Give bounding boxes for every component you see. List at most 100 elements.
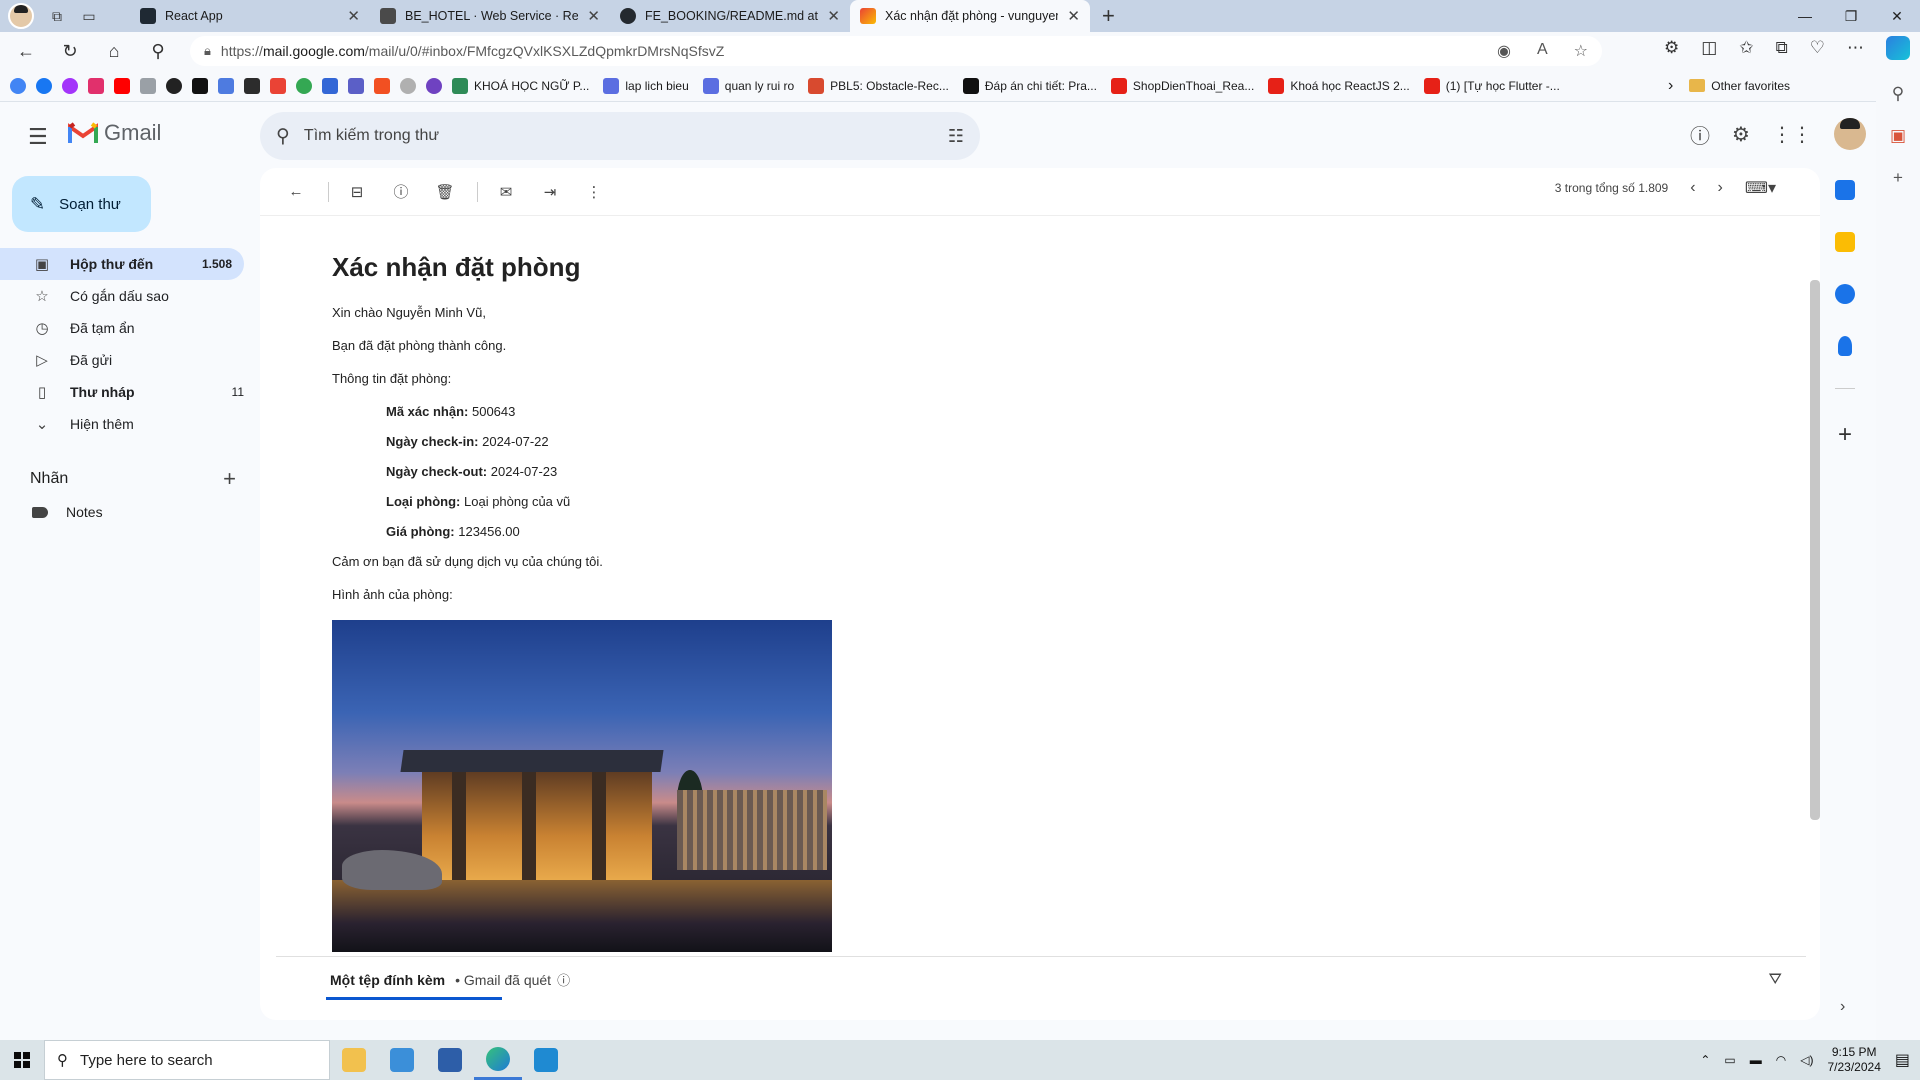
battery-icon[interactable]: ▬ xyxy=(1750,1053,1762,1067)
chatgpt-fav-icon[interactable] xyxy=(166,77,182,94)
calendar-icon[interactable] xyxy=(1835,180,1855,200)
favorite-link[interactable]: ShopDienThoai_Rea... xyxy=(1110,77,1254,94)
sidebar-search-icon[interactable]: ⚲ xyxy=(1892,84,1904,104)
start-button[interactable] xyxy=(0,1040,44,1080)
teams-fav-icon[interactable] xyxy=(348,77,364,94)
help-icon[interactable]: ⓘ xyxy=(1690,120,1710,149)
tracking-icon[interactable]: ◉ xyxy=(1497,41,1511,61)
browser-tab-gmail[interactable]: Xác nhận đặt phòng - vunguyen ✕ xyxy=(850,0,1090,32)
workspaces-icon[interactable]: ⧉ xyxy=(48,7,66,25)
lock-icon[interactable]: 🔒︎ xyxy=(204,43,211,59)
google2-fav-icon[interactable] xyxy=(296,77,312,94)
delete-icon[interactable]: 🗑︎ xyxy=(425,172,465,212)
copilot-icon[interactable] xyxy=(1886,36,1910,60)
close-tab-icon[interactable]: ✕ xyxy=(827,7,840,25)
close-window-icon[interactable]: ✕ xyxy=(1874,0,1920,32)
taskbar-search-input[interactable]: ⚲ Type here to search xyxy=(44,1040,330,1080)
compose-button[interactable]: ✎ Soạn thư xyxy=(12,176,151,232)
volume-icon[interactable]: ◁) xyxy=(1800,1053,1813,1067)
more-options-icon[interactable]: ⋯ xyxy=(1847,38,1864,58)
room-image[interactable] xyxy=(332,620,832,952)
tasks-icon[interactable] xyxy=(1835,284,1855,304)
sidebar-tools-icon[interactable]: ▣ xyxy=(1890,126,1906,146)
favorite-link[interactable]: PBL5: Obstacle-Rec... xyxy=(808,77,949,94)
home-icon[interactable]: ⌂ xyxy=(96,35,132,67)
notion-fav-icon[interactable] xyxy=(244,77,260,94)
favorite-link[interactable]: lap lich bieu xyxy=(603,77,689,94)
calendar-fav-icon[interactable] xyxy=(322,77,338,94)
messenger-fav-icon[interactable] xyxy=(62,77,78,94)
close-tab-icon[interactable]: ✕ xyxy=(347,7,360,25)
close-tab-icon[interactable]: ✕ xyxy=(587,7,600,25)
scrollbar[interactable] xyxy=(1810,280,1820,820)
sidebar-add-icon[interactable]: + xyxy=(1893,168,1903,188)
browser-tab-render[interactable]: BE_HOTEL · Web Service · Render ✕ xyxy=(370,0,610,32)
app-two[interactable] xyxy=(378,1040,426,1080)
favorite-link[interactable]: Đáp án chi tiết: Pra... xyxy=(962,77,1097,94)
close-tab-icon[interactable]: ✕ xyxy=(1067,7,1080,25)
move-to-icon[interactable]: ⇥ xyxy=(530,172,570,212)
add-label-icon[interactable]: + xyxy=(223,466,236,492)
settings-gear-icon[interactable]: ⚙ xyxy=(1732,122,1750,147)
facebook-fav-icon[interactable] xyxy=(36,77,52,94)
browser-tab-github[interactable]: FE_BOOKING/README.md at dev ✕ xyxy=(610,0,850,32)
mark-unread-icon[interactable]: ✉ xyxy=(486,172,526,212)
search-options-icon[interactable]: ☷ xyxy=(948,126,964,147)
notifications-icon[interactable]: ▤ xyxy=(1895,1050,1910,1070)
favorite-link[interactable]: KHOÁ HỌC NGỮ P... xyxy=(452,77,589,94)
docs-fav-icon[interactable] xyxy=(140,77,156,94)
refresh-icon[interactable]: ↻ xyxy=(52,35,88,67)
search-icon[interactable]: ⚲ xyxy=(140,35,176,67)
favorite-link[interactable]: (1) [Tự học Flutter -... xyxy=(1423,77,1560,94)
split-screen-icon[interactable]: ◫ xyxy=(1701,38,1717,58)
favorites-icon[interactable]: ✩ xyxy=(1739,38,1753,58)
get-addons-icon[interactable]: + xyxy=(1838,421,1852,449)
google-apps-icon[interactable]: ⋮⋮ xyxy=(1772,122,1812,147)
other-favorites-folder[interactable]: Other favorites xyxy=(1689,79,1790,93)
favorite-link[interactable]: Khoá học ReactJS 2... xyxy=(1268,77,1410,94)
nav-sent[interactable]: ▷ Đã gửi xyxy=(0,344,256,376)
app-three[interactable] xyxy=(426,1040,474,1080)
windows-fav-icon[interactable] xyxy=(374,77,390,94)
nav-drafts[interactable]: ▯ Thư nháp 11 xyxy=(0,376,256,408)
contacts-icon[interactable] xyxy=(1838,336,1852,356)
input-tools-icon[interactable]: ⌨▾ xyxy=(1745,178,1776,198)
more-actions-icon[interactable]: ⋮ xyxy=(574,172,614,212)
youtube-fav-icon[interactable] xyxy=(114,77,130,94)
wifi-icon[interactable]: ◠ xyxy=(1776,1053,1786,1067)
read-aloud-icon[interactable]: A xyxy=(1537,41,1548,61)
vscode-app[interactable] xyxy=(522,1040,570,1080)
label-notes[interactable]: Notes xyxy=(32,504,103,520)
nav-snoozed[interactable]: ◷ Đã tạm ẩn xyxy=(0,312,256,344)
restore-icon[interactable]: ❐ xyxy=(1828,0,1874,32)
chevron-right-icon[interactable]: › xyxy=(1668,77,1673,95)
gemini-fav-icon[interactable] xyxy=(218,77,234,94)
show-side-panel-icon[interactable]: › xyxy=(1840,998,1845,1016)
main-menu-icon[interactable]: ☰ xyxy=(28,124,48,150)
new-tab-button[interactable]: + xyxy=(1090,3,1127,29)
instagram-fav-icon[interactable] xyxy=(88,77,104,94)
archive-icon[interactable]: ⊟ xyxy=(337,172,377,212)
messenger2-fav-icon[interactable] xyxy=(426,77,442,94)
meet-now-icon[interactable]: ▭ xyxy=(1724,1053,1735,1067)
gmail-fav-icon[interactable] xyxy=(270,77,286,94)
account-avatar[interactable] xyxy=(1833,118,1866,150)
gmail-logo[interactable]: Gmail xyxy=(68,120,161,146)
tab-actions-icon[interactable]: ▭ xyxy=(80,7,98,25)
nav-more[interactable]: ⌄ Hiện thêm xyxy=(0,408,256,440)
browser-tab-react-app[interactable]: React App ✕ xyxy=(130,0,370,32)
favorite-star-icon[interactable]: ☆ xyxy=(1574,41,1588,61)
add-to-drive-icon[interactable]: ⛛ xyxy=(1769,971,1782,989)
info-icon[interactable]: ⓘ xyxy=(557,970,570,989)
browser-essentials-icon[interactable]: ♡ xyxy=(1810,38,1825,58)
search-icon[interactable]: ⚲ xyxy=(276,125,290,148)
minimize-icon[interactable]: — xyxy=(1782,0,1828,32)
bot-fav-icon[interactable] xyxy=(192,77,208,94)
nav-starred[interactable]: ☆ Có gắn dấu sao xyxy=(0,280,256,312)
file-explorer-app[interactable] xyxy=(330,1040,378,1080)
clock[interactable]: 9:15 PM 7/23/2024 xyxy=(1827,1045,1880,1075)
collections-icon[interactable]: ⧉ xyxy=(1776,38,1788,58)
browser-profile-avatar[interactable] xyxy=(8,3,34,29)
back-to-inbox-icon[interactable]: ← xyxy=(276,172,316,212)
url-field[interactable]: 🔒︎ https://mail.google.com/mail/u/0/#inb… xyxy=(190,36,1602,66)
